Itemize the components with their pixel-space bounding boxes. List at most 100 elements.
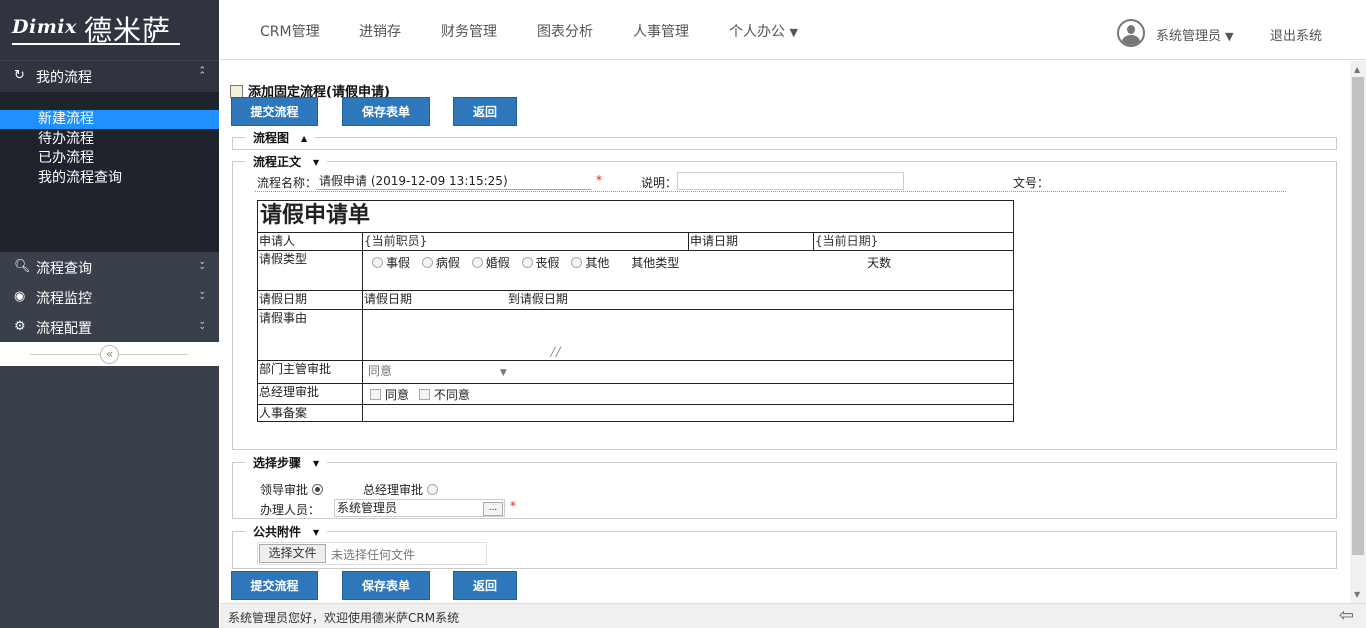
step-option-leader: 领导审批: [260, 481, 326, 498]
other-type-label: 其他类型: [631, 256, 680, 270]
leave-type-radio[interactable]: [571, 257, 583, 268]
sidebar-item-flow-query[interactable]: 🔍︎ 流程查询 ⌄ ⌄: [0, 252, 219, 282]
leave-reason-textarea[interactable]: ╱╱: [363, 310, 562, 358]
nav-hr[interactable]: 人事管理: [633, 21, 689, 41]
applicant-value[interactable]: {当前职员}: [362, 232, 689, 251]
gm-reject-label: 不同意: [433, 388, 470, 402]
leave-type-radio[interactable]: [471, 257, 483, 268]
leave-date-label: 请假日期: [257, 290, 363, 310]
nav-personal-office-label: 个人办公: [729, 24, 785, 40]
save-form-button[interactable]: 保存表单: [342, 97, 430, 126]
sidebar-item-flow-monitor[interactable]: ◉ 流程监控 ⌄ ⌄: [0, 282, 219, 312]
user-menu[interactable]: 系统管理员 ▼: [1156, 25, 1234, 44]
back-arrow-icon[interactable]: ⇦: [1339, 605, 1354, 626]
nav-inventory[interactable]: 进销存: [359, 21, 401, 41]
caret-down-icon: ▼: [313, 158, 320, 167]
sidebar-collapse-bar: «: [0, 342, 219, 366]
apply-date-value[interactable]: {当前日期}: [812, 232, 1015, 251]
sidebar-item-new-flow[interactable]: 新建流程: [0, 110, 219, 129]
nav-crm[interactable]: CRM管理: [260, 21, 320, 41]
description-input[interactable]: [677, 172, 904, 190]
leave-date-to[interactable]: 到请假日期: [508, 292, 568, 306]
no-file-text: 未选择任何文件: [331, 548, 416, 562]
caret-down-icon: ▼: [313, 459, 320, 468]
leave-type-radio[interactable]: [421, 257, 433, 268]
hr-record-value[interactable]: [361, 404, 1015, 422]
scroll-up-icon[interactable]: ▲: [1354, 65, 1360, 74]
flow-name-label: 流程名称：: [257, 176, 318, 190]
flow-name-input[interactable]: 请假申请 (2019-12-09 13:15:25): [316, 172, 592, 190]
section-title: 选择步骤: [253, 456, 302, 470]
leave-type-radio[interactable]: [521, 257, 533, 268]
chevron-up-icon: ⌃ ⌃: [198, 66, 206, 81]
logout-link[interactable]: 退出系统: [1270, 25, 1322, 44]
flow-chart-section: 流程图 ▲: [232, 129, 1337, 150]
file-input[interactable]: 选择文件 未选择任何文件: [257, 542, 487, 565]
step-radio-gm[interactable]: [427, 484, 439, 495]
leave-reason-label: 请假事由: [257, 309, 363, 361]
sidebar-item-label: 流程监控: [36, 291, 92, 307]
flow-chart-legend[interactable]: 流程图 ▲: [245, 129, 316, 146]
status-footer: 系统管理员您好，欢迎使用德米萨CRM系统 ⇦: [220, 603, 1366, 628]
dept-approval-label: 部门主管审批: [257, 360, 363, 384]
nav-personal-office[interactable]: 个人办公 ▼: [729, 21, 798, 41]
resize-handle-icon[interactable]: ╱╱: [550, 349, 561, 358]
submit-flow-button-bottom[interactable]: 提交流程: [231, 571, 318, 600]
handler-input[interactable]: 系统管理员: [334, 499, 505, 517]
sidebar: Dimix 德米萨 ↻ 我的流程 ⌃ ⌃ 新建流程 待办流程 已办流程 我的流程查…: [0, 0, 219, 628]
leave-type-options: 事假 病假 婚假 丧假 其他 其他类型 天数: [361, 250, 1015, 291]
leave-date-from[interactable]: 请假日期: [364, 292, 412, 306]
submit-flow-button[interactable]: 提交流程: [231, 97, 318, 126]
handler-picker-button[interactable]: ...: [483, 502, 503, 516]
sidebar-item-done-flow[interactable]: 已办流程: [0, 149, 219, 168]
back-button-bottom[interactable]: 返回: [453, 571, 517, 600]
user-avatar[interactable]: [1117, 19, 1145, 47]
back-button[interactable]: 返回: [453, 97, 517, 126]
leave-type-option: 事假: [386, 256, 411, 270]
collapse-sidebar-button[interactable]: «: [100, 345, 119, 364]
required-mark: *: [510, 499, 516, 513]
attachment-legend[interactable]: 公共附件 ▼: [245, 523, 328, 540]
sidebar-item-my-flow[interactable]: ↻ 我的流程 ⌃ ⌃: [0, 61, 219, 92]
sidebar-item-my-flow-query[interactable]: 我的流程查询: [0, 169, 219, 188]
gm-approval-label: 总经理审批: [257, 383, 363, 405]
welcome-text: 系统管理员您好，欢迎使用德米萨CRM系统: [228, 611, 460, 625]
refresh-icon: ↻: [14, 68, 25, 83]
dropdown-arrow-icon: ▼: [499, 368, 507, 378]
dept-approval-select[interactable]: 同意 ▼: [361, 360, 1015, 384]
sidebar-item-label: 流程查询: [36, 261, 92, 277]
step-option-gm: 总经理审批: [363, 481, 441, 498]
gm-approve-checkbox[interactable]: [370, 389, 381, 400]
sidebar-item-label: 我的流程: [36, 70, 92, 86]
nav-finance[interactable]: 财务管理: [441, 21, 497, 41]
nav-charts[interactable]: 图表分析: [537, 21, 593, 41]
gm-reject-checkbox[interactable]: [418, 389, 430, 400]
logo: Dimix 德米萨: [0, 0, 219, 60]
step-option-label: 领导审批: [260, 483, 309, 497]
step-legend[interactable]: 选择步骤 ▼: [245, 454, 328, 471]
scrollbar-thumb[interactable]: [1352, 77, 1364, 555]
sidebar-item-flow-config[interactable]: ⚙ 流程配置 ⌄ ⌄: [0, 312, 219, 342]
save-form-button-bottom[interactable]: 保存表单: [342, 571, 430, 600]
logo-underline: [12, 43, 180, 45]
leave-date-range: 请假日期 到请假日期: [361, 290, 1015, 310]
leave-type-radio[interactable]: [372, 257, 383, 268]
days-label: 天数: [867, 256, 892, 270]
dept-approval-selected: 同意: [368, 364, 393, 378]
caret-down-icon: ▼: [313, 528, 320, 537]
flow-body-legend[interactable]: 流程正文 ▼: [245, 153, 328, 170]
step-option-label: 总经理审批: [363, 483, 424, 497]
choose-file-button[interactable]: 选择文件: [259, 544, 326, 563]
vertical-scrollbar[interactable]: ▲ ▼: [1350, 61, 1366, 603]
leave-type-label: 请假类型: [257, 250, 363, 291]
sidebar-item-todo-flow[interactable]: 待办流程: [0, 130, 219, 149]
gm-approve-label: 同意: [385, 388, 410, 402]
gear-icon: ⚙: [14, 319, 26, 334]
applicant-label: 申请人: [257, 232, 363, 251]
step-radio-leader[interactable]: [312, 484, 324, 495]
caret-down-icon: ▼: [789, 26, 798, 39]
scroll-down-icon[interactable]: ▼: [1354, 590, 1360, 599]
divider: [255, 191, 1286, 192]
section-title: 流程图: [253, 131, 290, 145]
form-title: 请假申请单: [256, 200, 1015, 233]
